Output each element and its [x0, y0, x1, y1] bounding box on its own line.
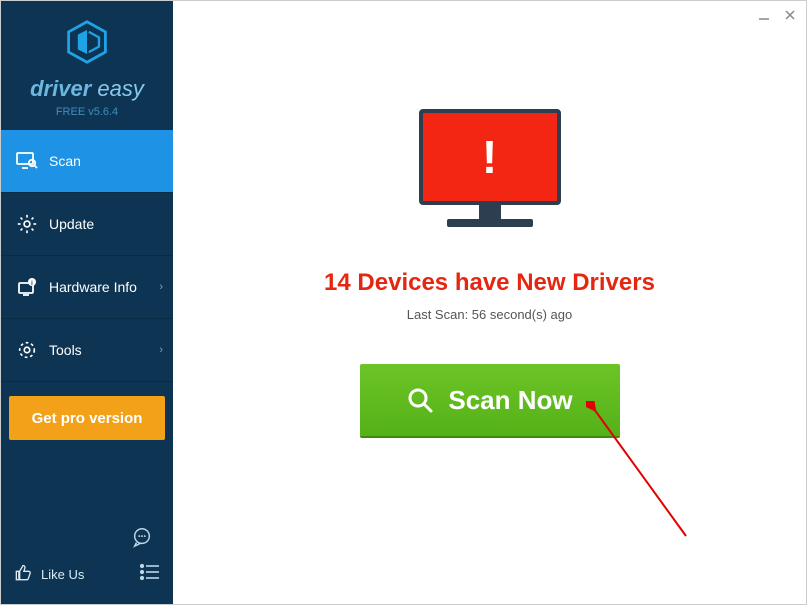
feedback-icon[interactable] [131, 526, 153, 553]
brand-name-part1: driver [30, 76, 91, 101]
sidebar-footer: Like Us [1, 516, 173, 604]
get-pro-button[interactable]: Get pro version [9, 396, 165, 440]
monitor-search-icon [15, 151, 39, 171]
minimize-button[interactable] [756, 7, 772, 23]
chevron-right-icon: › [159, 344, 163, 356]
alert-monitor-graphic: ! [414, 109, 566, 239]
exclamation-icon: ! [482, 130, 497, 184]
like-us-label: Like Us [41, 567, 84, 582]
hardware-info-icon: i [15, 277, 39, 297]
brand-name-part2: easy [97, 76, 143, 101]
tools-icon [15, 339, 39, 361]
menu-list-icon[interactable] [139, 563, 161, 586]
search-icon [406, 386, 434, 414]
sidebar-item-label: Hardware Info [49, 279, 137, 295]
brand-version: FREE v5.6.4 [1, 106, 173, 118]
sidebar: driver easy FREE v5.6.4 Scan Update i Ha… [1, 1, 173, 604]
close-button[interactable] [782, 7, 798, 23]
sidebar-item-label: Scan [49, 153, 81, 169]
chevron-right-icon: › [159, 281, 163, 293]
sidebar-item-scan[interactable]: Scan [1, 130, 173, 193]
sidebar-item-tools[interactable]: Tools › [1, 319, 173, 382]
scan-now-label: Scan Now [448, 385, 572, 416]
scan-now-button[interactable]: Scan Now [360, 364, 620, 436]
gear-icon [15, 213, 39, 235]
sidebar-item-label: Update [49, 216, 94, 232]
sidebar-item-label: Tools [49, 342, 82, 358]
get-pro-label: Get pro version [32, 410, 143, 427]
sidebar-item-hardware-info[interactable]: i Hardware Info › [1, 256, 173, 319]
devices-headline: 14 Devices have New Drivers [324, 269, 655, 297]
main-content: ! 14 Devices have New Drivers Last Scan:… [173, 1, 806, 604]
brand-name: driver easy [1, 76, 173, 102]
brand-block: driver easy FREE v5.6.4 [1, 1, 173, 130]
like-us-button[interactable]: Like Us [13, 563, 84, 586]
last-scan-text: Last Scan: 56 second(s) ago [407, 307, 573, 322]
sidebar-item-update[interactable]: Update [1, 193, 173, 256]
brand-logo-icon [1, 19, 173, 70]
thumbs-up-icon [13, 563, 33, 586]
